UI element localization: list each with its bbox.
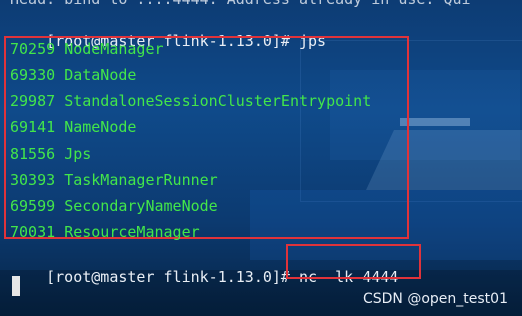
process-row: 30393 TaskManagerRunner <box>10 171 218 189</box>
shell-prompt: [root@master flink-1.13.0]# <box>46 268 299 286</box>
process-name: SecondaryNameNode <box>64 197 218 215</box>
process-name: NameNode <box>64 118 137 136</box>
terminal-window[interactable]: Head: bind to ::::4444: Address already … <box>0 0 522 316</box>
process-pid: 69599 <box>10 197 56 215</box>
process-pid: 69141 <box>10 118 56 136</box>
process-name: NodeManager <box>64 40 164 58</box>
previous-output-line: Head: bind to ::::4444: Address already … <box>10 0 471 8</box>
process-pid: 30393 <box>10 171 56 189</box>
process-pid: 70031 <box>10 223 56 241</box>
process-name: Jps <box>64 145 92 163</box>
process-name: StandaloneSessionClusterEntrypoint <box>64 92 372 110</box>
process-row: 29987 StandaloneSessionClusterEntrypoint <box>10 92 371 110</box>
process-row: 69330 DataNode <box>10 66 136 84</box>
command-highlight <box>286 244 421 279</box>
process-name: TaskManagerRunner <box>64 171 218 189</box>
process-row: 69599 SecondaryNameNode <box>10 197 218 215</box>
process-row: 70259 NodeManager <box>10 40 164 58</box>
process-pid: 70259 <box>10 40 56 58</box>
text-cursor[interactable] <box>12 276 20 296</box>
process-row: 69141 NameNode <box>10 118 136 136</box>
process-row: 81556 Jps <box>10 145 91 163</box>
process-pid: 81556 <box>10 145 56 163</box>
process-name: ResourceManager <box>64 223 200 241</box>
process-pid: 69330 <box>10 66 56 84</box>
process-name: DataNode <box>64 66 137 84</box>
process-pid: 29987 <box>10 92 56 110</box>
process-row: 70031 ResourceManager <box>10 223 200 241</box>
watermark: CSDN @open_test01 <box>362 291 508 307</box>
